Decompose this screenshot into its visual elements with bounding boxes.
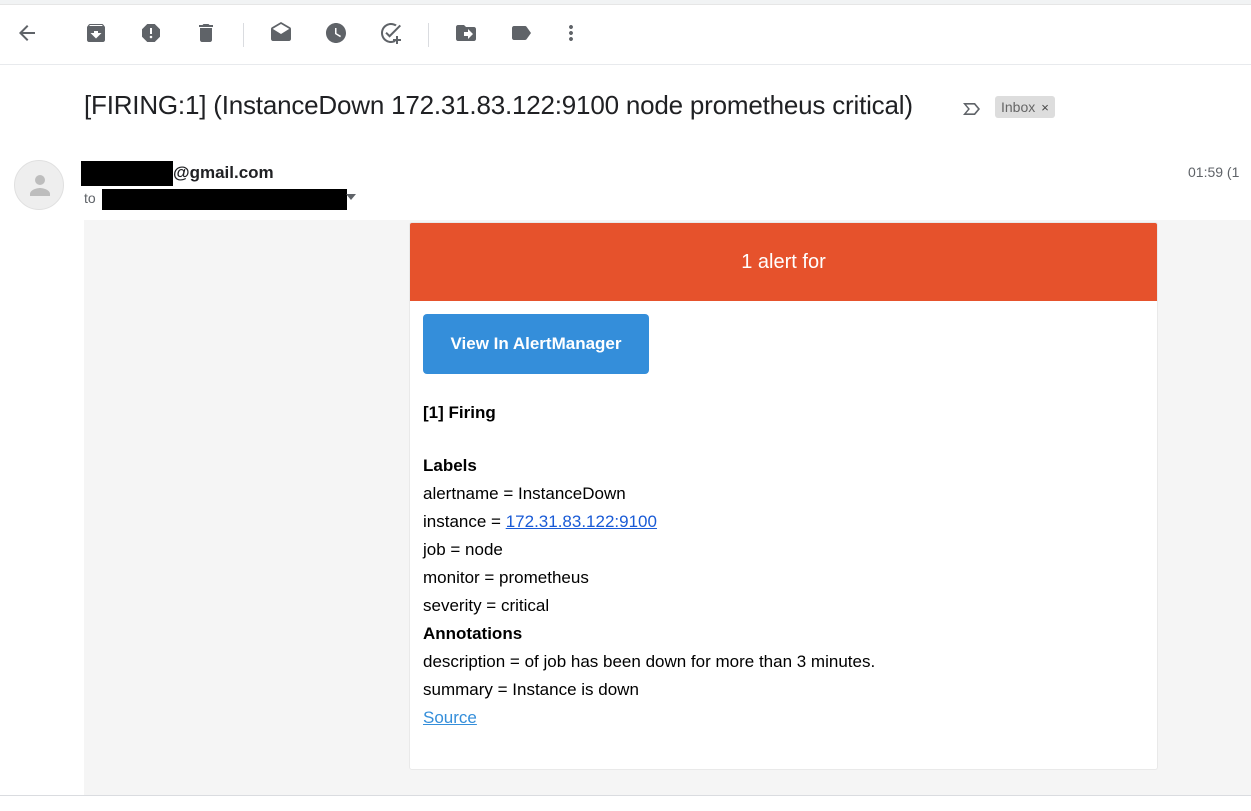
- sender-domain: @gmail.com: [173, 162, 274, 182]
- inbox-label-chip: Inbox ×: [995, 96, 1055, 118]
- recipient-line: to: [84, 189, 347, 210]
- alert-header: 1 alert for: [410, 223, 1157, 301]
- label-instance: instance = 172.31.83.122:9100: [423, 508, 875, 536]
- label-job: job = node: [423, 540, 503, 559]
- importance-marker-icon[interactable]: [960, 97, 984, 121]
- move-to-icon[interactable]: [454, 21, 478, 45]
- toolbar-divider: [243, 23, 244, 47]
- view-in-alertmanager-button[interactable]: View In AlertManager: [423, 314, 649, 374]
- show-details-dropdown-icon[interactable]: [346, 194, 356, 200]
- instance-link[interactable]: 172.31.83.122:9100: [506, 512, 657, 531]
- label-icon[interactable]: [509, 21, 533, 45]
- label-alertname: alertname = InstanceDown: [423, 484, 626, 503]
- add-task-icon[interactable]: [379, 21, 403, 45]
- remove-label-icon[interactable]: ×: [1041, 100, 1049, 115]
- label-severity: severity = critical: [423, 596, 550, 615]
- inbox-label-text: Inbox: [1001, 99, 1036, 115]
- person-icon: [30, 175, 50, 196]
- bottom-divider: [0, 795, 1251, 796]
- archive-icon[interactable]: [84, 21, 108, 45]
- alert-card: 1 alert for View In AlertManager [1] Fir…: [409, 222, 1158, 770]
- annotations-heading: Annotations: [423, 624, 523, 643]
- more-vert-icon[interactable]: [559, 21, 583, 45]
- alert-details: [1] Firing Labels alertname = InstanceDo…: [423, 399, 875, 732]
- avatar: [14, 160, 64, 210]
- back-arrow-icon[interactable]: [15, 21, 39, 45]
- label-monitor: monitor = prometheus: [423, 568, 589, 587]
- labels-heading: Labels: [423, 456, 477, 475]
- email-subject: [FIRING:1] (InstanceDown 172.31.83.122:9…: [84, 90, 913, 120]
- redacted-block: [101, 189, 347, 210]
- snooze-icon[interactable]: [324, 21, 348, 45]
- delete-icon[interactable]: [194, 21, 218, 45]
- firing-title: [1] Firing: [423, 403, 496, 422]
- mark-unread-icon[interactable]: [269, 21, 293, 45]
- to-prefix: to: [84, 190, 96, 207]
- sender-address[interactable]: @gmail.com: [81, 161, 274, 186]
- toolbar-divider: [428, 23, 429, 47]
- annotation-summary: summary = Instance is down: [423, 680, 639, 699]
- source-link[interactable]: Source: [423, 708, 477, 727]
- email-timestamp: 01:59 (1: [1188, 164, 1240, 180]
- instance-prefix: instance =: [423, 512, 506, 531]
- report-spam-icon[interactable]: [139, 21, 163, 45]
- redacted-block: [81, 161, 173, 186]
- annotation-description: description = of job has been down for m…: [423, 652, 876, 671]
- email-toolbar: [0, 5, 1251, 65]
